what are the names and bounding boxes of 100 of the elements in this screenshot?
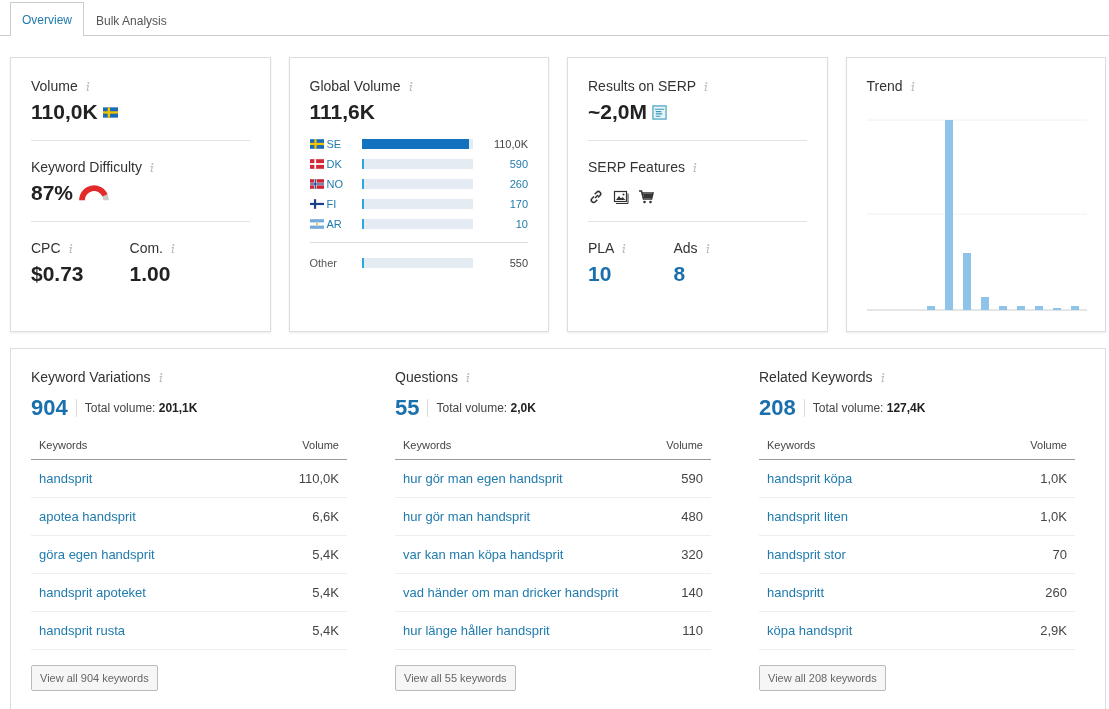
section-title: Keyword Variations (31, 369, 151, 385)
country-volume: 110,0K (492, 138, 528, 150)
metric-value: 1.00 (129, 262, 171, 286)
difficulty-gauge (78, 184, 111, 202)
trend-bar (998, 306, 1007, 310)
total-volume: Total volume: 127,4K (812, 401, 926, 415)
metric-value[interactable]: 8 (673, 262, 686, 286)
volume-cell: 140 (681, 585, 703, 600)
volume-cell: 260 (1045, 585, 1067, 600)
country-code: NO (326, 178, 343, 190)
total-volume: Total volume: 2,0K (436, 401, 536, 415)
column-header: Volume (302, 439, 339, 453)
keyword-link[interactable]: handsprit apoteket (39, 585, 146, 600)
info-icon[interactable] (878, 371, 886, 383)
info-icon[interactable] (464, 371, 472, 383)
info-icon[interactable] (702, 80, 710, 92)
info-icon[interactable] (156, 371, 164, 383)
keyword-link[interactable]: hur gör man egen handsprit (403, 471, 563, 486)
country-volume: 260 (508, 178, 528, 190)
keyword-count[interactable]: 208 (759, 395, 796, 421)
country-volume: 170 (508, 198, 528, 210)
link-icon[interactable] (588, 189, 604, 205)
trend-bar (1070, 306, 1079, 310)
volume-cell: 5,4K (312, 547, 339, 562)
keyword-link[interactable]: göra egen handsprit (39, 547, 155, 562)
metric-label: SERP Features (588, 159, 685, 175)
info-icon[interactable] (620, 242, 628, 254)
column-header: Keywords (403, 439, 452, 453)
tab[interactable]: Overview (10, 2, 84, 36)
column-header: Volume (1030, 439, 1067, 453)
metric-value: 110,0K (31, 100, 98, 124)
info-icon[interactable] (83, 80, 91, 92)
flag-icon (309, 179, 324, 189)
country-code: AR (326, 218, 342, 230)
info-icon[interactable] (66, 242, 74, 254)
column-header: Keywords (39, 439, 88, 453)
tab[interactable]: Bulk Analysis (84, 4, 179, 36)
metric-value: ~2,0M (588, 100, 647, 124)
keyword-count[interactable]: 55 (395, 395, 420, 421)
view-all-button[interactable]: View all 55 keywords (395, 665, 516, 691)
metric-value: 111,6K (309, 100, 375, 124)
column-header: Keywords (767, 439, 816, 453)
serp-icon[interactable] (651, 104, 667, 120)
volume-cell: 2,9K (1040, 623, 1067, 638)
volume-cell: 110 (682, 623, 703, 638)
country-code: FI (326, 198, 337, 210)
info-icon[interactable] (908, 80, 916, 92)
metric-label: Keyword Difficulty (31, 159, 142, 175)
country-code: SE (326, 138, 342, 150)
flag-icon (102, 106, 118, 118)
keyword-count[interactable]: 904 (31, 395, 68, 421)
section-title: Related Keywords (759, 369, 873, 385)
keyword-link[interactable]: handsprit (39, 471, 93, 486)
keyword-link[interactable]: vad händer om man dricker handsprit (403, 585, 619, 600)
country-volume: 550 (508, 257, 528, 269)
flag-icon (309, 159, 324, 169)
keyword-link[interactable]: hur gör man handsprit (403, 509, 531, 524)
volume-cell: 6,6K (312, 509, 339, 524)
info-icon[interactable] (703, 242, 711, 254)
keyword-link[interactable]: hur länge håller handsprit (403, 623, 550, 638)
keyword-link[interactable]: apotea handsprit (39, 509, 136, 524)
trend-bar (980, 297, 989, 310)
metric-value: 87% (31, 181, 74, 205)
keyword-link[interactable]: handsprit stor (767, 547, 846, 562)
info-icon[interactable] (406, 80, 414, 92)
keyword-link[interactable]: handsprit liten (767, 509, 848, 524)
country-volume: 10 (514, 218, 528, 230)
view-all-button[interactable]: View all 904 keywords (31, 665, 158, 691)
keyword-link[interactable]: köpa handsprit (767, 623, 853, 638)
info-icon[interactable] (148, 161, 155, 173)
metric-value[interactable]: 10 (588, 262, 612, 286)
column-header: Volume (666, 439, 703, 453)
metric-label: Global Volume (309, 78, 401, 94)
country-code: Other (309, 257, 337, 269)
volume-cell: 5,4K (312, 585, 339, 600)
flag-icon (309, 199, 324, 209)
country-volume: 590 (508, 158, 528, 170)
trend-bar (926, 306, 935, 310)
keyword-link[interactable]: var kan man köpa handsprit (403, 547, 564, 562)
metric-label: CPC (31, 240, 61, 256)
volume-cell: 1,0K (1040, 509, 1067, 524)
volume-cell: 480 (681, 509, 703, 524)
volume-cell: 5,4K (312, 623, 339, 638)
flag-icon (309, 219, 324, 229)
trend-bar (1016, 306, 1025, 310)
cart-icon[interactable] (638, 189, 654, 205)
keyword-link[interactable]: handsprit köpa (767, 471, 853, 486)
info-icon[interactable] (691, 161, 698, 173)
trend-bar (962, 253, 971, 310)
trend-bar (1034, 306, 1043, 310)
metric-label: Volume (31, 78, 78, 94)
info-icon[interactable] (169, 242, 176, 254)
keyword-link[interactable]: handspritt (767, 585, 825, 600)
metric-label: PLA (588, 240, 615, 256)
view-all-button[interactable]: View all 208 keywords (759, 665, 886, 691)
keyword-link[interactable]: handsprit rusta (39, 623, 125, 638)
metric-value: $0.73 (31, 262, 84, 286)
metric-label: Trend (866, 78, 903, 94)
image-icon[interactable] (613, 189, 629, 205)
metric-label: Com. (129, 240, 163, 256)
